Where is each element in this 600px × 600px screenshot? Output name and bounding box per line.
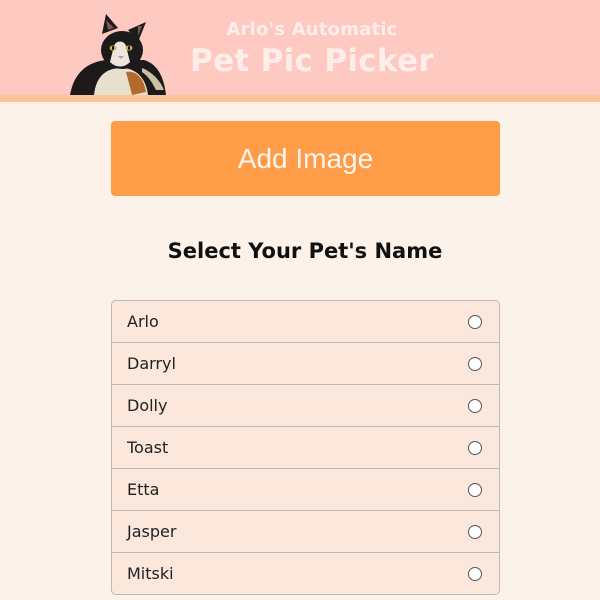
app-title: Pet Pic Picker xyxy=(190,43,434,79)
pet-option-darryl[interactable]: Darryl xyxy=(112,343,499,385)
pet-option-label: Jasper xyxy=(127,522,177,541)
cat-logo-icon xyxy=(70,14,166,95)
pet-option-dolly[interactable]: Dolly xyxy=(112,385,499,427)
pet-option-label: Toast xyxy=(127,438,169,457)
pet-option-label: Arlo xyxy=(127,312,159,331)
pet-option-label: Etta xyxy=(127,480,160,499)
radio-button[interactable] xyxy=(468,567,482,581)
radio-button[interactable] xyxy=(468,357,482,371)
pet-option-arlo[interactable]: Arlo xyxy=(112,301,499,343)
header-stripe xyxy=(0,95,600,102)
radio-button[interactable] xyxy=(468,441,482,455)
pet-option-toast[interactable]: Toast xyxy=(112,427,499,469)
radio-button[interactable] xyxy=(468,399,482,413)
app-subtitle: Arlo's Automatic xyxy=(226,19,398,40)
pet-option-etta[interactable]: Etta xyxy=(112,469,499,511)
pet-option-jasper[interactable]: Jasper xyxy=(112,511,499,553)
add-image-button[interactable]: Add Image xyxy=(111,121,500,196)
pet-option-label: Darryl xyxy=(127,354,176,373)
radio-button[interactable] xyxy=(468,315,482,329)
select-name-heading: Select Your Pet's Name xyxy=(167,239,443,263)
radio-button[interactable] xyxy=(468,483,482,497)
pet-name-list: Arlo Darryl Dolly Toast Etta Jasper Mits… xyxy=(111,300,500,595)
pet-option-label: Dolly xyxy=(127,396,168,415)
radio-button[interactable] xyxy=(468,525,482,539)
pet-option-label: Mitski xyxy=(127,564,174,583)
pet-option-mitski[interactable]: Mitski xyxy=(112,553,499,594)
